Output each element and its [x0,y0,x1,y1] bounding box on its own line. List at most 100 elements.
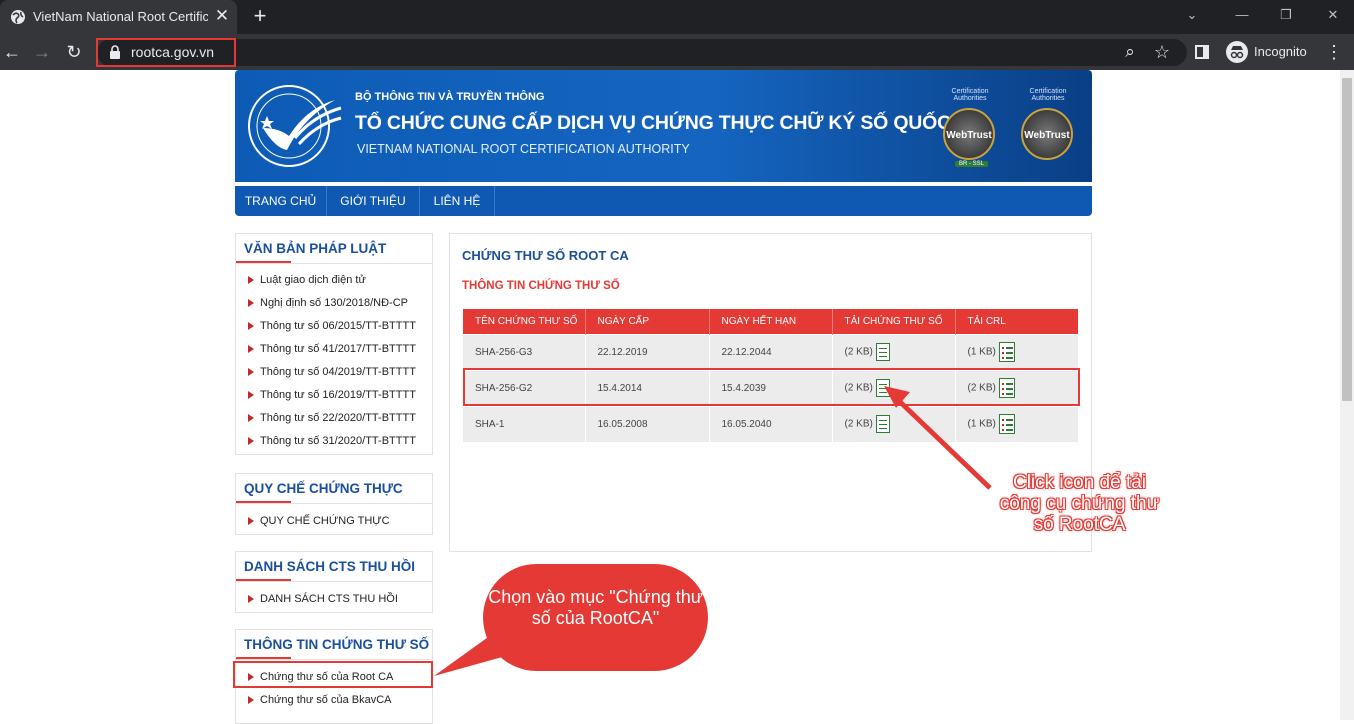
new-tab-button[interactable]: + [248,4,272,28]
bullet-arrow-icon [248,299,254,307]
side-panel-icon[interactable] [1190,40,1214,64]
nav-about[interactable]: GIỚI THIỆU [327,186,420,216]
download-instruction-callout: Click icon để tải công cụ chứng thư số R… [999,472,1160,535]
g2-row-highlight-box [463,368,1080,406]
revoked-list-item[interactable]: DANH SÁCH CTS THU HỒI [236,587,432,610]
column-header-crl-download: TẢI CRL [955,309,1078,334]
globe-icon [11,10,25,24]
cert-size: (2 KB) [844,418,873,430]
regulation-header: QUY CHẾ CHỨNG THỰC [236,474,432,504]
legal-doc-item[interactable]: Nghị định số 130/2018/NĐ-CP [236,291,432,314]
bullet-arrow-icon [248,696,254,704]
legal-docs-header: VĂN BẢN PHÁP LUẬT [236,234,432,264]
column-header-cert-download: TẢI CHỨNG THƯ SỐ [832,309,956,334]
select-instruction-bubble: Chọn vào mục "Chứng thư số của RootCA" [483,564,708,671]
cert-expires: 16.05.2040 [709,405,833,442]
legal-doc-item[interactable]: Thông tư số 41/2017/TT-BTTTT [236,337,432,360]
crl-download-cell: (1 KB) [955,405,1078,442]
cert-size: (2 KB) [844,346,873,358]
webtrust-seal: WebTrust [1021,108,1073,160]
browser-tab[interactable]: VietNam National Root Certificate ✕ [0,0,237,34]
national-ca-logo [248,85,342,167]
header-underline [236,501,291,503]
ministry-name: BỘ THÔNG TIN VÀ TRUYỀN THÔNG [355,91,545,103]
legal-doc-item[interactable]: Thông tư số 31/2020/TT-BTTTT [236,429,432,452]
minimize-icon[interactable]: — [1231,5,1253,25]
table-row: SHA-256-G3 22.12.2019 22.12.2044 (2 KB) … [463,333,1078,370]
crl-download-icon[interactable] [998,342,1015,362]
zoom-icon[interactable]: ⌕ [1118,40,1142,64]
cert-issued: 16.05.2008 [585,405,710,442]
legal-doc-item[interactable]: Thông tư số 22/2020/TT-BTTTT [236,406,432,429]
section-subtitle: THÔNG TIN CHỨNG THƯ SỐ [462,280,620,292]
cert-download-icon[interactable] [875,343,890,361]
tab-strip: VietNam National Root Certificate ✕ + ⌄ … [0,0,1354,34]
incognito-label: Incognito [1254,44,1307,59]
revoked-list-panel: DANH SÁCH CTS THU HỒI DANH SÁCH CTS THU … [235,551,433,613]
nav-contact[interactable]: LIÊN HỆ [420,186,495,216]
header-underline [236,261,291,263]
tab-close-icon[interactable]: ✕ [212,6,232,26]
cert-info-header: THÔNG TIN CHỨNG THƯ SỐ [236,630,432,660]
forward-arrow-icon[interactable]: → [30,40,54,64]
bullet-arrow-icon [248,322,254,330]
bullet-arrow-icon [248,595,254,603]
crl-size: (1 KB) [967,346,996,358]
bullet-arrow-icon [248,391,254,399]
column-header-expires: NGÀY HẾT HẠN [709,309,833,334]
page-title: CHỨNG THƯ SỐ ROOT CA [462,248,629,263]
bkavca-cert-link[interactable]: Chứng thư số của BkavCA [236,688,432,711]
browser-menu-icon[interactable]: ⋮ [1322,40,1346,64]
main-navigation: TRANG CHỦ GIỚI THIỆU LIÊN HỆ [235,186,1092,216]
crl-download-icon[interactable] [998,414,1015,435]
url-highlight-box [96,38,236,67]
chevron-down-icon[interactable]: ⌄ [1181,5,1203,25]
bookmark-star-icon[interactable]: ☆ [1150,40,1174,64]
cert-issued: 22.12.2019 [585,333,710,370]
cert-download-icon[interactable] [875,415,890,434]
cert-info-title: THÔNG TIN CHỨNG THƯ SỐ [244,637,430,652]
back-arrow-icon[interactable]: ← [0,40,24,64]
revoked-list-title: DANH SÁCH CTS THU HỒI [244,559,415,574]
address-bar[interactable]: rootca.gov.vn [97,39,1187,66]
legal-docs-panel: VĂN BẢN PHÁP LUẬT Luật giao dịch điện tử… [235,233,433,455]
root-ca-link-highlight-box [233,661,433,688]
legal-doc-item[interactable]: Thông tư số 04/2019/TT-BTTTT [236,360,432,383]
regulation-title: QUY CHẾ CHỨNG THỰC [244,481,403,496]
tab-title: VietNam National Root Certificate [33,9,208,24]
webtrust-badge-caption: Certification Authorities [951,88,989,102]
scrollbar-thumb[interactable] [1342,78,1352,401]
column-header-name: TÊN CHỨNG THƯ SỐ [463,309,586,334]
site-banner: BỘ THÔNG TIN VÀ TRUYỀN THÔNG TỔ CHỨC CUN… [235,70,1092,182]
webtrust-ssl-label: BR - SSL [955,161,989,167]
bullet-arrow-icon [248,517,254,525]
legal-doc-item[interactable]: Thông tư số 16/2019/TT-BTTTT [236,383,432,406]
crl-size: (1 KB) [967,418,996,430]
bullet-arrow-icon [248,437,254,445]
organization-name: TỔ CHỨC CUNG CẤP DỊCH VỤ CHỨNG THỰC CHỮ … [355,112,991,134]
window-close-icon[interactable]: ✕ [1322,5,1344,25]
bullet-arrow-icon [248,368,254,376]
regulation-panel: QUY CHẾ CHỨNG THỰC QUY CHẾ CHỨNG THỰC [235,473,433,535]
header-underline [236,657,291,659]
web-page: BỘ THÔNG TIN VÀ TRUYỀN THÔNG TỔ CHỨC CUN… [0,70,1340,724]
regulation-item[interactable]: QUY CHẾ CHỨNG THỰC [236,509,432,532]
header-underline [236,579,291,581]
table-row: SHA-1 16.05.2008 16.05.2040 (2 KB) (1 KB… [463,405,1078,442]
column-header-issued: NGÀY CẤP [585,309,710,334]
page-scrollbar[interactable] [1340,70,1354,720]
cert-download-cell: (2 KB) [832,405,956,442]
nav-home[interactable]: TRANG CHỦ [235,186,327,216]
webtrust-seal-ssl: WebTrust [943,108,995,160]
maximize-icon[interactable]: ❐ [1275,5,1297,25]
cert-name: SHA-1 [463,405,586,442]
bullet-arrow-icon [248,345,254,353]
reload-icon[interactable]: ↻ [62,40,86,64]
bullet-arrow-icon [248,414,254,422]
incognito-icon [1226,41,1248,63]
cert-download-cell: (2 KB) [832,333,956,370]
legal-doc-item[interactable]: Thông tư số 06/2015/TT-BTTTT [236,314,432,337]
legal-doc-item[interactable]: Luật giao dịch điện tử [236,268,432,291]
legal-docs-title: VĂN BẢN PHÁP LUẬT [244,241,387,256]
incognito-badge[interactable]: Incognito [1222,38,1316,66]
